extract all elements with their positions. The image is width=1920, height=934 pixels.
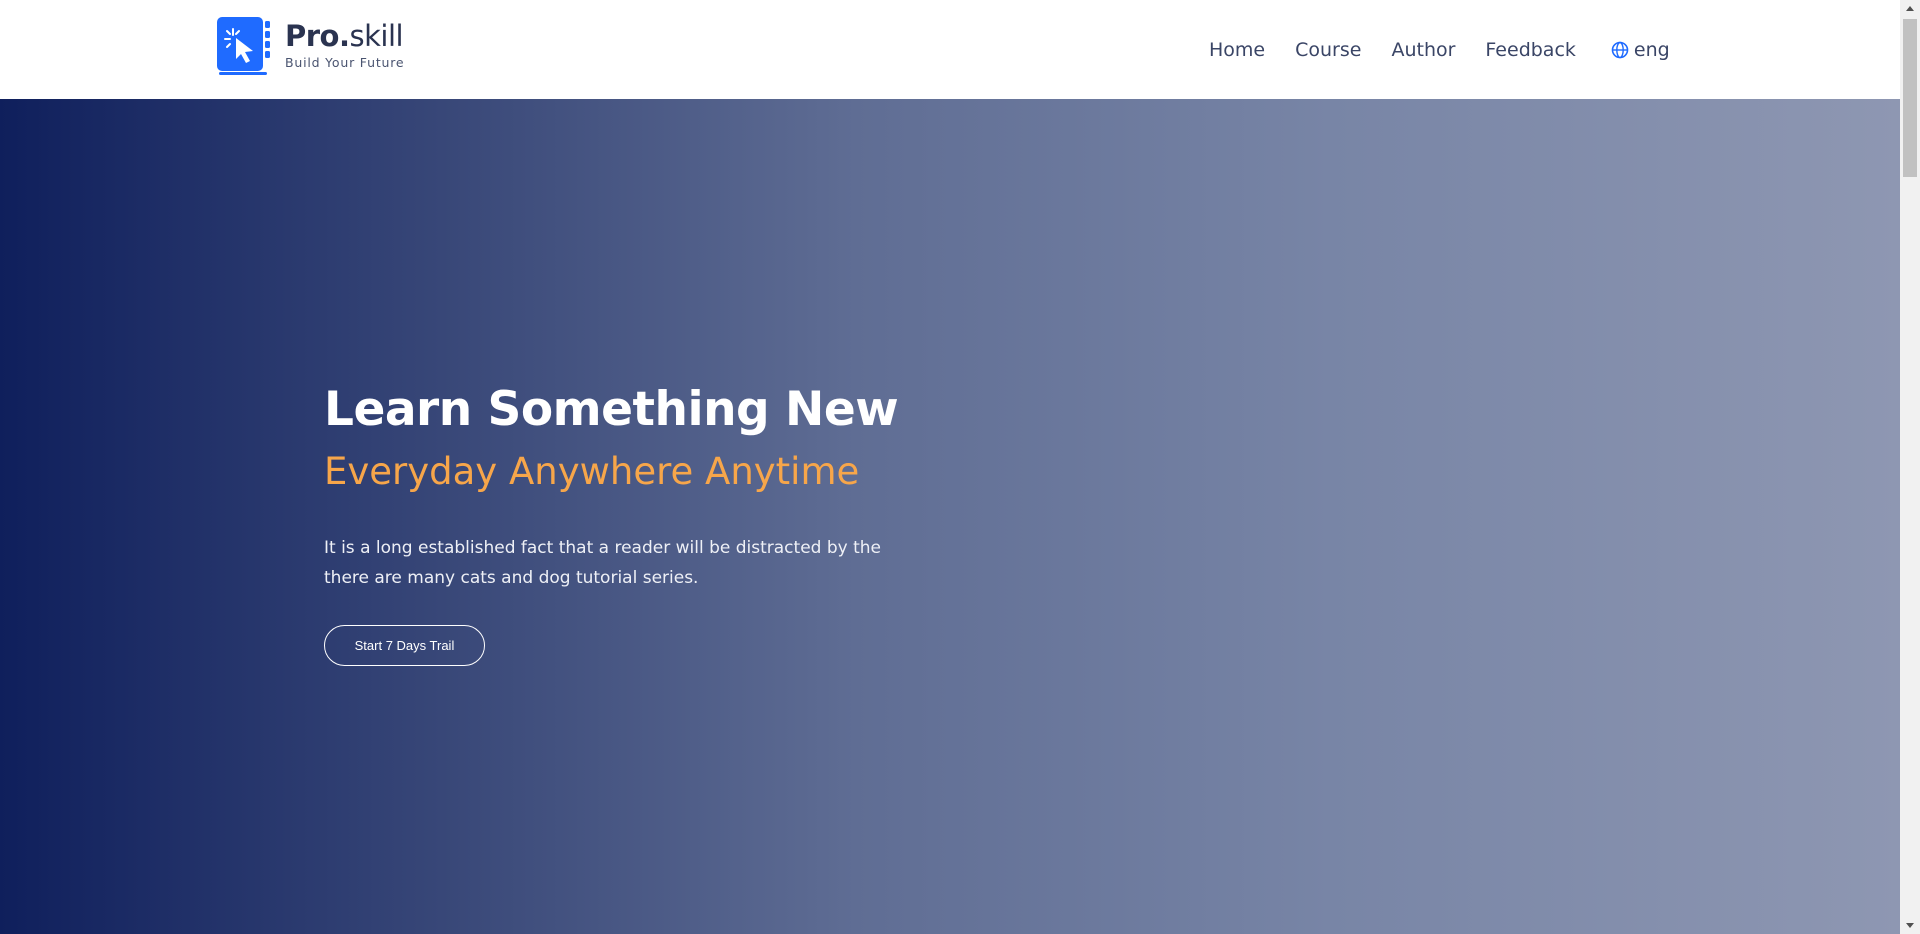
scroll-down-arrow-icon[interactable] — [1900, 917, 1920, 934]
vertical-scrollbar[interactable] — [1900, 0, 1920, 934]
nav-feedback[interactable]: Feedback — [1485, 37, 1575, 63]
hero-title: Learn Something New — [324, 382, 899, 437]
start-trial-button[interactable]: Start 7 Days Trail — [324, 625, 485, 666]
nav-home[interactable]: Home — [1209, 37, 1265, 63]
brand-title-light: skill — [349, 19, 404, 53]
cursor-click-icon — [217, 17, 271, 75]
hero-description: It is a long established fact that a rea… — [324, 538, 881, 588]
nav-course[interactable]: Course — [1295, 37, 1361, 63]
brand-title-bold: Pro. — [285, 19, 350, 53]
hero-subtitle: Everyday Anywhere Anytime — [324, 450, 860, 493]
brand-logo[interactable]: Pro.skill Build Your Future — [217, 17, 404, 75]
language-selector[interactable]: eng — [1611, 39, 1670, 61]
brand-tagline: Build Your Future — [285, 55, 405, 70]
hero-section: Learn Something New Everyday Anywhere An… — [0, 99, 1900, 934]
nav-author[interactable]: Author — [1391, 37, 1455, 63]
brand-title: Pro.skill — [285, 19, 404, 53]
site-header: Pro.skill Build Your Future Home Course … — [0, 0, 1900, 99]
main-nav: Home Course Author Feedback eng — [1209, 37, 1670, 63]
globe-icon — [1611, 41, 1629, 59]
brand-text: Pro.skill Build Your Future — [285, 19, 404, 70]
scroll-up-arrow-icon[interactable] — [1900, 0, 1920, 17]
scrollbar-thumb[interactable] — [1903, 19, 1917, 177]
language-label: eng — [1633, 39, 1670, 61]
